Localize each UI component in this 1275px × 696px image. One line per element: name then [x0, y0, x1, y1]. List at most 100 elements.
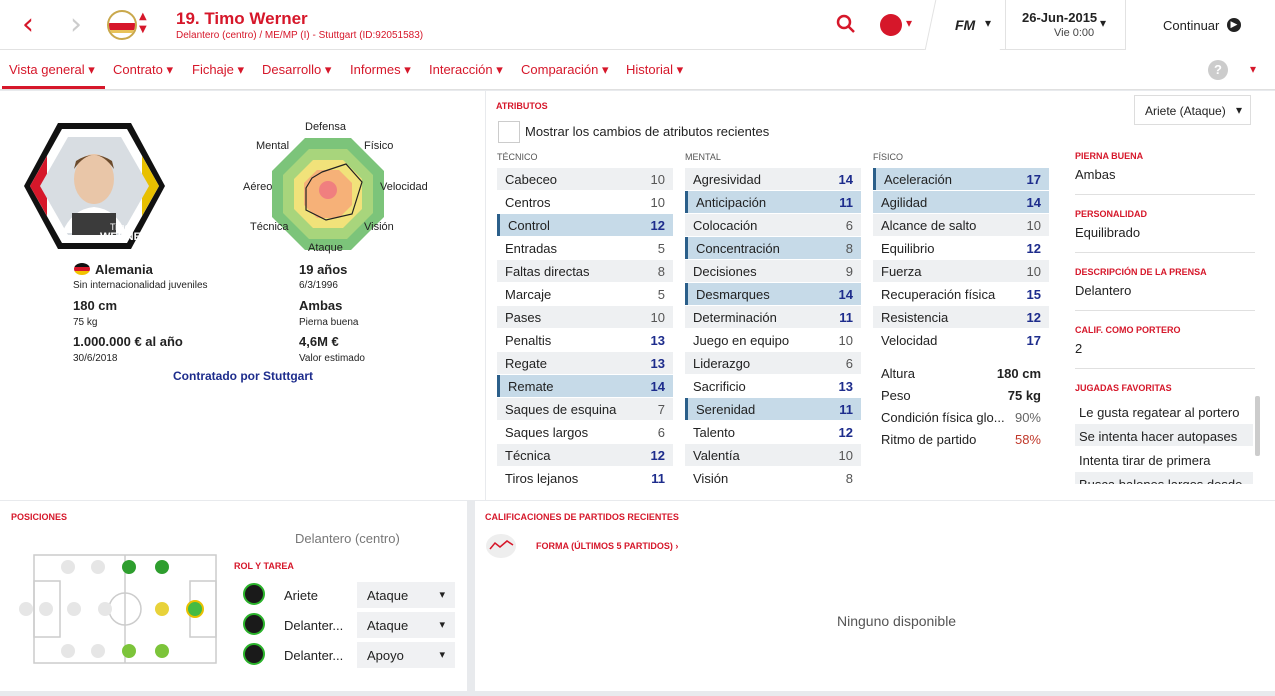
- position-dot: [19, 602, 33, 616]
- attribute-row[interactable]: Fuerza 10: [873, 260, 1049, 282]
- gk-title: CALIF. COMO PORTERO: [1075, 325, 1181, 335]
- attribute-row[interactable]: Resistencia 12: [873, 306, 1049, 328]
- positions-panel: POSICIONES Delantero (centro) ROL Y TARE…: [0, 501, 467, 691]
- attribute-name: Recuperación física: [881, 287, 996, 302]
- attribute-row[interactable]: Juego en equipo 10: [685, 329, 861, 351]
- tab-interaccion[interactable]: Interacción ▾: [429, 62, 503, 78]
- attribute-row[interactable]: Agresividad 14: [685, 168, 861, 190]
- value-amount: 4,6M €: [299, 334, 339, 349]
- fm-logo[interactable]: FM: [955, 17, 975, 33]
- position-dot: [61, 644, 75, 658]
- duty-select[interactable]: Apoyo ▾: [357, 642, 455, 668]
- position-dot: [155, 560, 169, 574]
- attribute-name: Fuerza: [881, 264, 922, 279]
- radar-label-defensa: Defensa: [305, 121, 346, 133]
- attribute-row[interactable]: Sacrificio 13: [685, 375, 861, 397]
- attribute-row[interactable]: Desmarques 14: [685, 283, 861, 305]
- plays-list: Le gusta regatear al portero Se intenta …: [0, 400, 1275, 484]
- chevron-down-icon[interactable]: ▾: [985, 16, 991, 30]
- attribute-name: Pases: [505, 310, 542, 325]
- arrow-right-icon: ▶: [1227, 18, 1241, 32]
- play-item: Le gusta regatear al portero: [1079, 405, 1240, 420]
- attribute-row[interactable]: Alcance de salto 10: [873, 214, 1049, 236]
- tab-desarrollo[interactable]: Desarrollo ▾: [262, 62, 331, 78]
- attribute-row[interactable]: Penaltis 13: [497, 329, 673, 351]
- attribute-name: Desmarques: [696, 287, 770, 302]
- attribute-value: 17: [1026, 333, 1041, 348]
- radar-label-fisico: Físico: [364, 140, 394, 152]
- attribute-row[interactable]: Liderazgo 6: [685, 352, 861, 374]
- tab-vista-general[interactable]: Vista general ▾: [9, 62, 95, 78]
- back-arrow-icon[interactable]: ‹: [22, 10, 34, 40]
- position-dot: [122, 560, 136, 574]
- attribute-name: Regate: [505, 356, 547, 371]
- attribute-value: 10: [650, 310, 665, 325]
- form-link[interactable]: FORMA (ÚLTIMOS 5 PARTIDOS) ›: [536, 541, 678, 551]
- role-name: Delanter...: [284, 618, 344, 633]
- tab-comparacion[interactable]: Comparación ▾: [521, 62, 608, 78]
- attribute-row[interactable]: Decisiones 9: [685, 260, 861, 282]
- attribute-row[interactable]: Pases 10: [497, 306, 673, 328]
- attribute-name: Remate: [508, 379, 554, 394]
- tab-fichaje[interactable]: Fichaje ▾: [192, 62, 244, 78]
- position-dot: [91, 644, 105, 658]
- recent-changes-checkbox[interactable]: [498, 121, 520, 143]
- attribute-row[interactable]: Agilidad 14: [873, 191, 1049, 213]
- attribute-row[interactable]: Anticipación 11: [685, 191, 861, 213]
- height-value: 180 cm: [73, 298, 118, 313]
- attribute-row[interactable]: Regate 13: [497, 352, 673, 374]
- duty-select[interactable]: Ataque ▾: [357, 612, 455, 638]
- continue-button[interactable]: Continuar ▶: [1125, 0, 1275, 50]
- attribute-value: 11: [839, 310, 853, 325]
- nationality[interactable]: Alemania: [95, 262, 153, 277]
- empty-state: Ninguno disponible: [837, 613, 957, 629]
- attribute-row[interactable]: Aceleración 17: [873, 168, 1049, 190]
- chevron-down-icon[interactable]: ▾: [1250, 62, 1256, 76]
- player-switch-icon[interactable]: ▲ ▼: [139, 10, 147, 36]
- germany-flag-icon: [74, 263, 90, 275]
- attribute-row[interactable]: Recuperación física 15: [873, 283, 1049, 305]
- attribute-name: Marcaje: [505, 287, 552, 302]
- help-icon[interactable]: ?: [1208, 60, 1228, 80]
- chevron-down-icon[interactable]: ▾: [906, 16, 912, 30]
- attribute-name: Resistencia: [881, 310, 949, 325]
- attribute-value: 5: [657, 287, 665, 302]
- attribute-row[interactable]: Entradas 5: [497, 237, 673, 259]
- attribute-name: Juego en equipo: [693, 333, 790, 348]
- tab-historial[interactable]: Historial ▾: [626, 62, 683, 78]
- chevron-down-icon[interactable]: ▾: [1100, 16, 1106, 30]
- attribute-row[interactable]: Concentración 8: [685, 237, 861, 259]
- age-value: 19 años: [299, 262, 348, 277]
- attribute-value: 9: [845, 264, 853, 279]
- tab-informes[interactable]: Informes ▾: [350, 62, 411, 78]
- date-box[interactable]: [1005, 0, 1125, 50]
- forward-arrow-icon[interactable]: ›: [70, 10, 82, 40]
- stat-value: 180 cm: [996, 366, 1041, 381]
- attribute-row[interactable]: Colocación 6: [685, 214, 861, 236]
- attribute-row[interactable]: Faltas directas 8: [497, 260, 673, 282]
- attribute-row[interactable]: Control 12: [497, 214, 673, 236]
- attribute-row[interactable]: Remate 14: [497, 375, 673, 397]
- role-rating-icon: [243, 613, 265, 635]
- tab-contrato[interactable]: Contrato ▾: [113, 62, 173, 78]
- globe-icon[interactable]: [880, 14, 902, 36]
- wage-value: 1.000.000 € al año: [73, 334, 183, 349]
- press-info: Delantero: [1075, 283, 1132, 298]
- attribute-row[interactable]: Marcaje 5: [497, 283, 673, 305]
- radar-label-velocidad: Velocidad: [380, 181, 428, 193]
- player-subtitle[interactable]: Delantero (centro) / ME/MP (I) - Stuttga…: [176, 30, 423, 41]
- search-icon[interactable]: [836, 14, 856, 34]
- play-item: Busca balones largos desde ...: [1075, 472, 1253, 484]
- attribute-name: Cabeceo: [505, 172, 558, 187]
- role-select[interactable]: Ariete (Ataque) ▾: [1134, 95, 1251, 125]
- attributes-title: ATRIBUTOS: [496, 101, 548, 111]
- attribute-row[interactable]: Determinación 11: [685, 306, 861, 328]
- attribute-row[interactable]: Cabeceo 10: [497, 168, 673, 190]
- attribute-row[interactable]: Velocidad 17: [873, 329, 1049, 351]
- attribute-row[interactable]: Centros 10: [497, 191, 673, 213]
- contracted-by-link[interactable]: Contratado por Stuttgart: [173, 369, 313, 383]
- nationality-sub: Sin internacionalidad juveniles: [73, 280, 208, 291]
- duty-select[interactable]: Ataque ▾: [357, 582, 455, 608]
- attribute-row[interactable]: Equilibrio 12: [873, 237, 1049, 259]
- player-title: 19. Timo Werner: [176, 9, 308, 28]
